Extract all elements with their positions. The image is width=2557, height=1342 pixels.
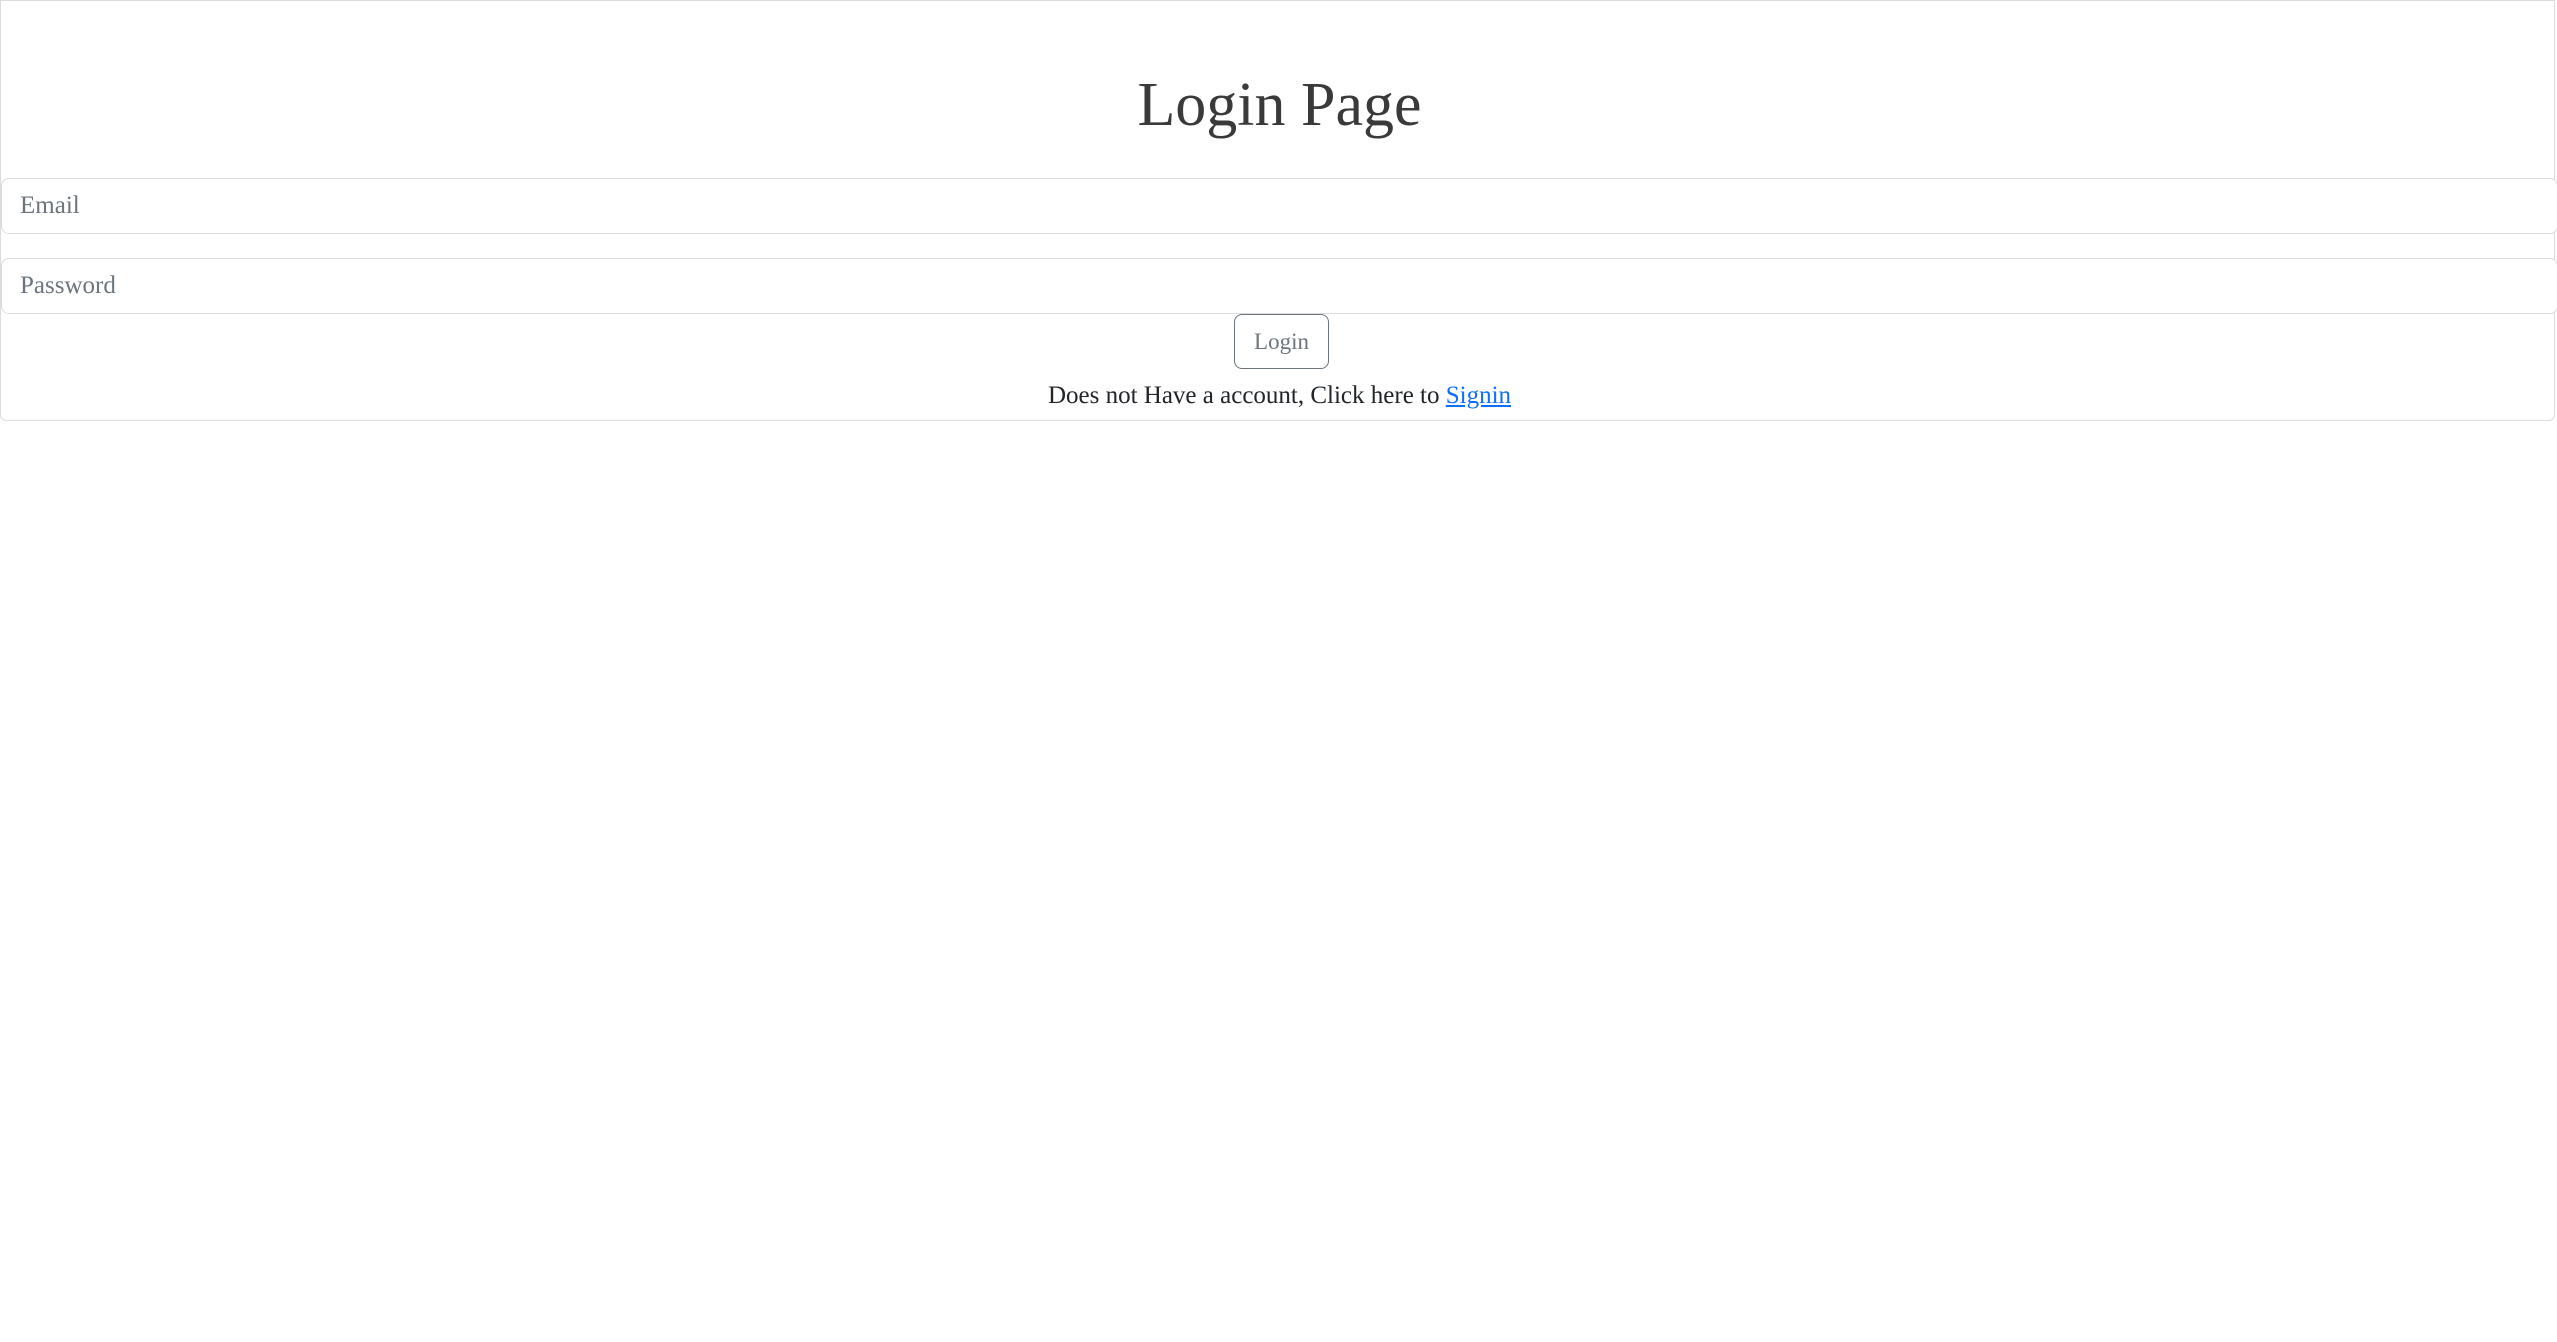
login-card: Login Page Login Does not Have a account… xyxy=(0,0,2557,421)
signup-link[interactable]: Signin xyxy=(1446,382,1511,409)
login-button[interactable]: Login xyxy=(1234,314,1329,369)
page-title: Login Page xyxy=(1137,71,1422,139)
email-field[interactable] xyxy=(1,178,2557,234)
signup-prompt-text: Does not Have a account, Click here to xyxy=(1047,382,1440,409)
signup-prompt-line: Does not Have a account, Click here to S… xyxy=(1,378,2557,414)
password-field[interactable] xyxy=(1,258,2557,314)
